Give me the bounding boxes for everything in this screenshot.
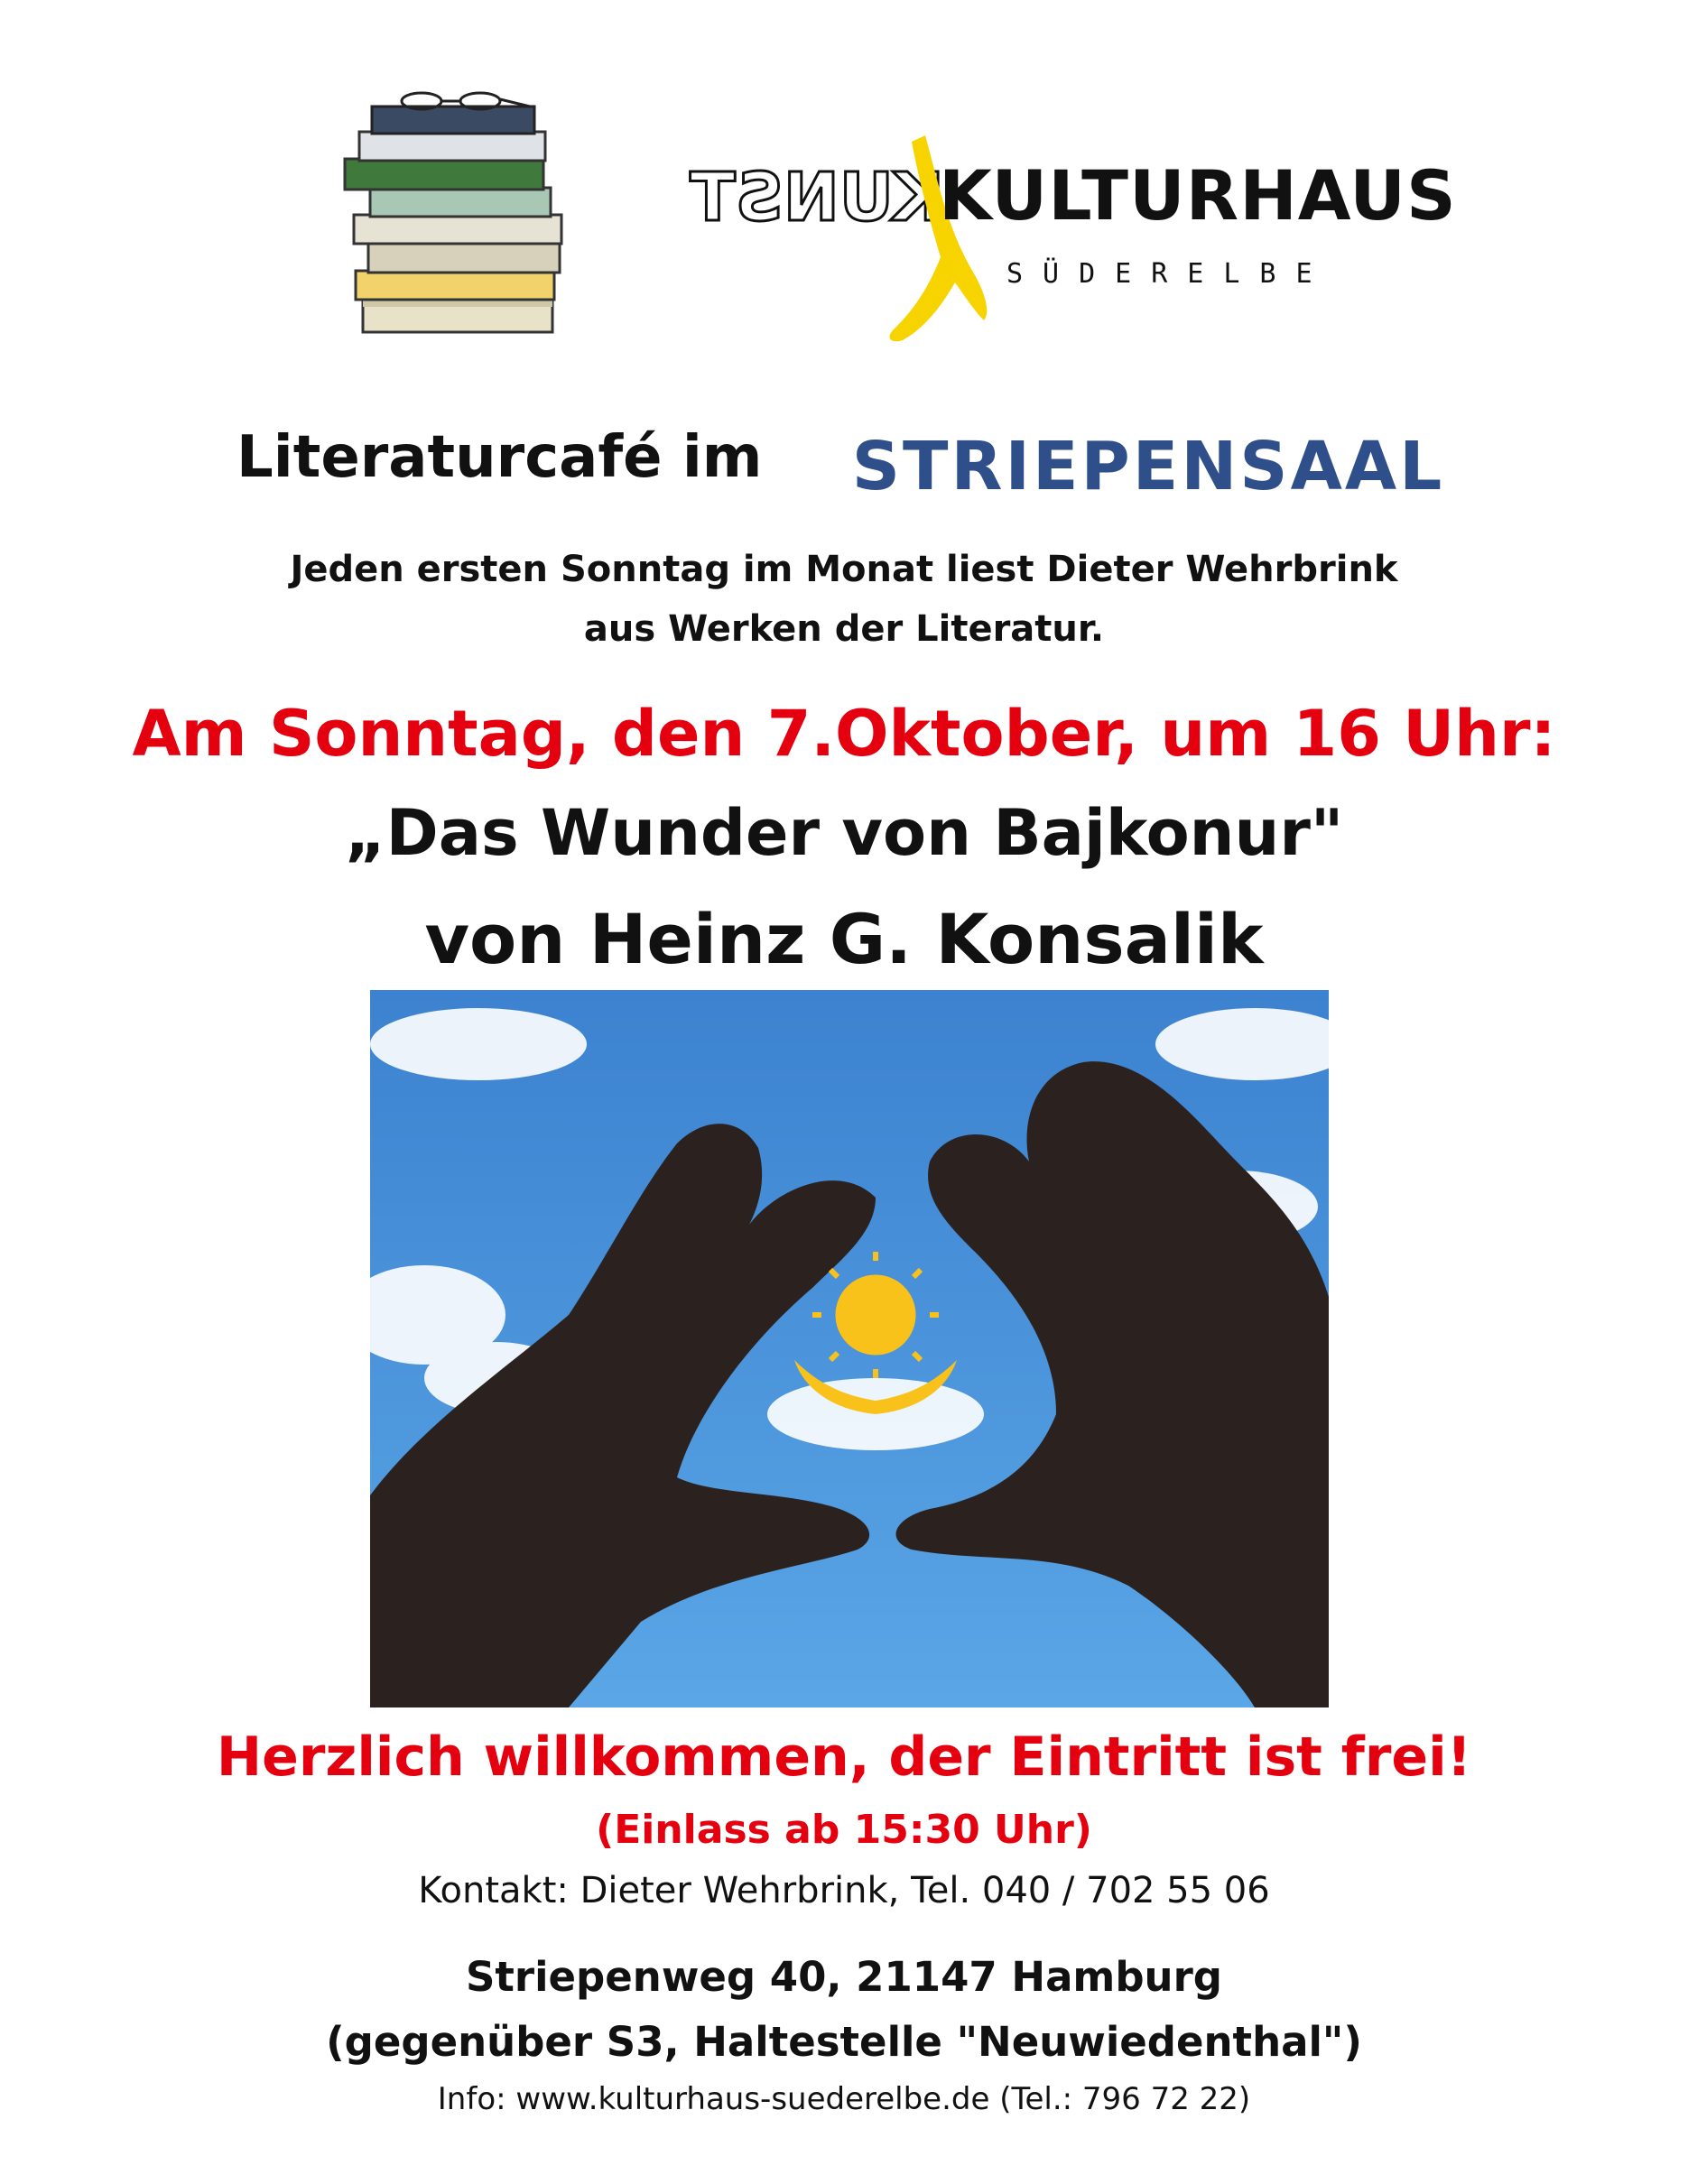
- info-line: Info: www.kulturhaus-suederelbe.de (Tel.…: [437, 2081, 1251, 2117]
- logo-kulturhaus-text: KULTURHAUS: [939, 155, 1457, 236]
- book-title: „Das Wunder von Bajkonur": [344, 796, 1344, 870]
- svg-text:STRIEPENSAAL: STRIEPENSAAL: [852, 435, 1445, 498]
- heart-hands-photo: [370, 990, 1329, 1707]
- kulturhaus-logo: KUNST KULTURHAUS SÜDERELBE: [672, 135, 1456, 343]
- transit-stop-line: (gegenüber S3, Haltestelle "Neuwiedentha…: [326, 2018, 1362, 2066]
- logo-suederelbe-text: SÜDERELBE: [1006, 258, 1332, 290]
- page-title: Literaturcafé im: [237, 424, 763, 491]
- book-stack-image: [343, 91, 563, 334]
- striepensaal-logo: STRIEPENSAAL: [852, 435, 1445, 498]
- contact-line: Kontakt: Dieter Wehrbrink, Tel. 040 / 70…: [418, 1870, 1270, 1911]
- event-date: Am Sonntag, den 7.Oktober, um 16 Uhr:: [132, 697, 1556, 771]
- intro-line-2: aus Werken der Literatur.: [583, 608, 1105, 650]
- book-author: von Heinz G. Konsalik: [424, 899, 1264, 979]
- welcome-line: Herzlich willkommen, der Eintritt ist fr…: [216, 1726, 1472, 1789]
- intro-line-1: Jeden ersten Sonntag im Monat liest Diet…: [290, 549, 1398, 590]
- address-line: Striepenweg 40, 21147 Hamburg: [466, 1953, 1222, 2001]
- einlass-time: (Einlass ab 15:30 Uhr): [596, 1807, 1092, 1853]
